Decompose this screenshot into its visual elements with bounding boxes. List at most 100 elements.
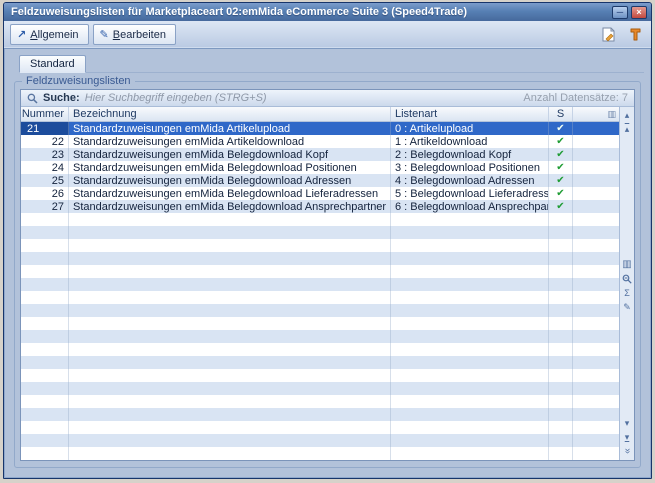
table-empty-row[interactable] [21, 447, 619, 460]
sum-icon[interactable]: Σ [620, 286, 634, 300]
table-empty-row[interactable] [21, 278, 619, 291]
bearbeiten-button[interactable]: ✎ Bearbeiten [93, 24, 176, 45]
cell-listenart [391, 421, 549, 434]
cell-bezeichnung [69, 395, 391, 408]
cell-filler [573, 369, 619, 382]
cell-nummer [21, 382, 69, 395]
table-empty-row[interactable] [21, 213, 619, 226]
table-empty-row[interactable] [21, 317, 619, 330]
cell-bezeichnung [69, 252, 391, 265]
column-chooser-icon[interactable]: ▥ [620, 258, 634, 272]
search-bar[interactable]: Suche: Hier Suchbegriff eingeben (STRG+S… [21, 90, 634, 107]
scroll-up-icon[interactable]: ▴ [620, 108, 634, 122]
cell-bezeichnung [69, 226, 391, 239]
fast-down-icon[interactable]: » [620, 444, 634, 458]
table-empty-row[interactable] [21, 408, 619, 421]
table-empty-row[interactable] [21, 252, 619, 265]
cell-filler [573, 226, 619, 239]
cell-filler [573, 200, 619, 213]
header-nummer[interactable]: Nummer [21, 107, 69, 121]
cell-listenart: 4 : Belegdownload Adressen [391, 174, 549, 187]
table-empty-row[interactable] [21, 369, 619, 382]
cell-nummer [21, 447, 69, 460]
cell-filler [573, 265, 619, 278]
table-row[interactable]: 25 Standardzuweisungen emMida Belegdownl… [21, 174, 619, 187]
document-icon[interactable] [598, 25, 618, 45]
table-row[interactable]: 27 Standardzuweisungen emMida Belegdownl… [21, 200, 619, 213]
cell-filler [573, 447, 619, 460]
cell-nummer [21, 330, 69, 343]
allgemein-button[interactable]: ↗ Allgemein [10, 24, 89, 45]
titlebar[interactable]: Feldzuweisungslisten für Marketplaceart … [4, 3, 651, 21]
table-empty-row[interactable] [21, 421, 619, 434]
cell-bezeichnung [69, 304, 391, 317]
scroll-top-icon[interactable]: ▴ [620, 122, 634, 136]
cell-filler [573, 382, 619, 395]
tools-icon[interactable] [625, 25, 645, 45]
table-empty-row[interactable] [21, 395, 619, 408]
cell-bezeichnung: Standardzuweisungen emMida Belegdownload… [69, 174, 391, 187]
cell-nummer: 23 [21, 148, 69, 161]
grid-body: Nummer Bezeichnung Listenart S ▥ 21 Stan… [21, 107, 634, 460]
minimize-button[interactable]: ─ [612, 6, 628, 19]
cell-listenart: 6 : Belegdownload Ansprechpartner [391, 200, 549, 213]
table-empty-row[interactable] [21, 356, 619, 369]
close-button[interactable]: × [631, 6, 647, 19]
grid-options-icon[interactable]: ▥ [607, 109, 616, 120]
cell-nummer [21, 343, 69, 356]
cell-nummer [21, 317, 69, 330]
cell-nummer: 27 [21, 200, 69, 213]
tab-standard[interactable]: Standard [19, 55, 86, 73]
table-row[interactable]: 22 Standardzuweisungen emMida Artikeldow… [21, 135, 619, 148]
table-empty-row[interactable] [21, 265, 619, 278]
table-empty-row[interactable] [21, 330, 619, 343]
cell-filler [573, 421, 619, 434]
table-header: Nummer Bezeichnung Listenart S ▥ [21, 107, 619, 122]
table-row[interactable]: 21 Standardzuweisungen emMida Artikelupl… [21, 122, 619, 135]
table-row[interactable]: 26 Standardzuweisungen emMida Belegdownl… [21, 187, 619, 200]
header-bezeichnung[interactable]: Bezeichnung [69, 107, 391, 121]
cell-bezeichnung [69, 330, 391, 343]
zoom-icon[interactable] [620, 272, 634, 286]
cell-status-check [549, 434, 573, 447]
table-empty-row[interactable] [21, 291, 619, 304]
pencil-icon: ✎ [100, 28, 109, 41]
table-row[interactable]: 23 Standardzuweisungen emMida Belegdownl… [21, 148, 619, 161]
feldzuweisungslisten-groupbox: Feldzuweisungslisten Suche: Hier Suchbeg… [14, 81, 641, 468]
toolbar: ↗ Allgemein ✎ Bearbeiten [4, 21, 651, 49]
cell-nummer [21, 304, 69, 317]
cell-listenart [391, 447, 549, 460]
cell-nummer: 25 [21, 174, 69, 187]
cell-status-check [549, 369, 573, 382]
cell-listenart [391, 226, 549, 239]
cell-listenart [391, 330, 549, 343]
table-empty-row[interactable] [21, 434, 619, 447]
tabstrip: Standard [19, 55, 644, 73]
edit-icon[interactable]: ✎ [620, 300, 634, 314]
scroll-down-icon[interactable]: ▾ [620, 416, 634, 430]
cell-filler [573, 174, 619, 187]
header-listenart[interactable]: Listenart [391, 107, 549, 121]
cell-status-check [549, 330, 573, 343]
grid-panel: Suche: Hier Suchbegriff eingeben (STRG+S… [20, 89, 635, 461]
cell-bezeichnung [69, 317, 391, 330]
cell-nummer: 26 [21, 187, 69, 200]
header-status[interactable]: S [549, 107, 573, 121]
cell-nummer [21, 252, 69, 265]
cell-nummer [21, 395, 69, 408]
cell-filler [573, 291, 619, 304]
table-empty-row[interactable] [21, 343, 619, 356]
cell-status-check: ✔ [549, 135, 573, 148]
cell-filler [573, 317, 619, 330]
table-empty-row[interactable] [21, 239, 619, 252]
table-row[interactable]: 24 Standardzuweisungen emMida Belegdownl… [21, 161, 619, 174]
table-empty-row[interactable] [21, 304, 619, 317]
table-empty-row[interactable] [21, 226, 619, 239]
cell-status-check: ✔ [549, 161, 573, 174]
scroll-bottom-icon[interactable]: ▾ [620, 430, 634, 444]
cell-listenart [391, 317, 549, 330]
table-empty-row[interactable] [21, 382, 619, 395]
cell-nummer [21, 239, 69, 252]
cell-bezeichnung: Standardzuweisungen emMida Artikeldownlo… [69, 135, 391, 148]
cell-bezeichnung [69, 291, 391, 304]
